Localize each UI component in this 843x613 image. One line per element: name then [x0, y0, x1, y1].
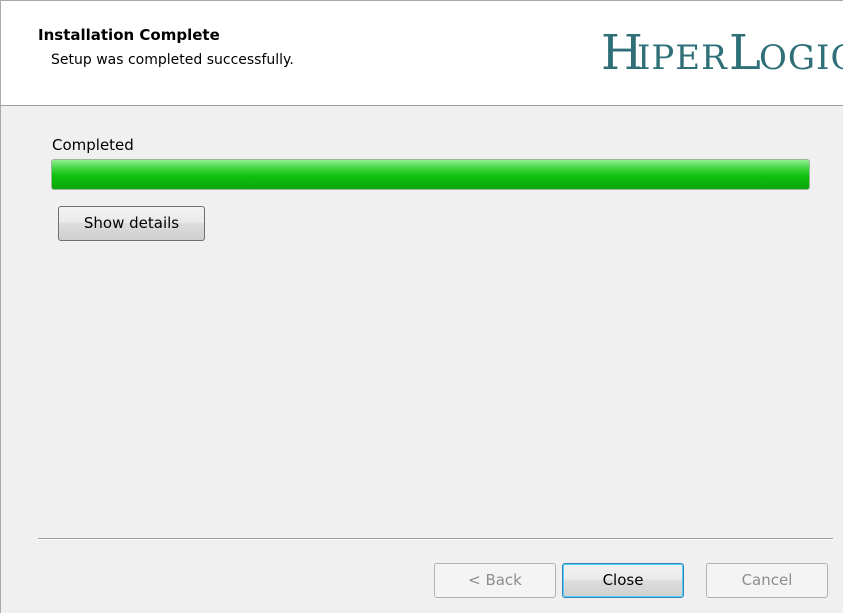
hiperlogic-logo: H IPER L OGIC	[601, 21, 843, 91]
logo-wordmark: H IPER L OGIC	[601, 25, 843, 81]
svg-text:IPER: IPER	[637, 38, 728, 78]
cancel-button[interactable]: Cancel	[706, 563, 828, 598]
progress-bar-fill	[52, 160, 809, 189]
installer-window: Installation Complete Setup was complete…	[0, 0, 843, 613]
status-label: Completed	[52, 136, 134, 154]
svg-text:OGIC: OGIC	[759, 38, 843, 78]
page-title: Installation Complete	[38, 26, 220, 44]
progress-bar	[51, 159, 810, 190]
svg-text:L: L	[729, 25, 762, 81]
footer-divider	[38, 538, 833, 540]
header-banner: Installation Complete Setup was complete…	[1, 1, 843, 106]
show-details-button[interactable]: Show details	[58, 206, 205, 241]
close-button[interactable]: Close	[562, 563, 684, 598]
page-subtitle: Setup was completed successfully.	[51, 52, 294, 68]
back-button[interactable]: < Back	[434, 563, 556, 598]
